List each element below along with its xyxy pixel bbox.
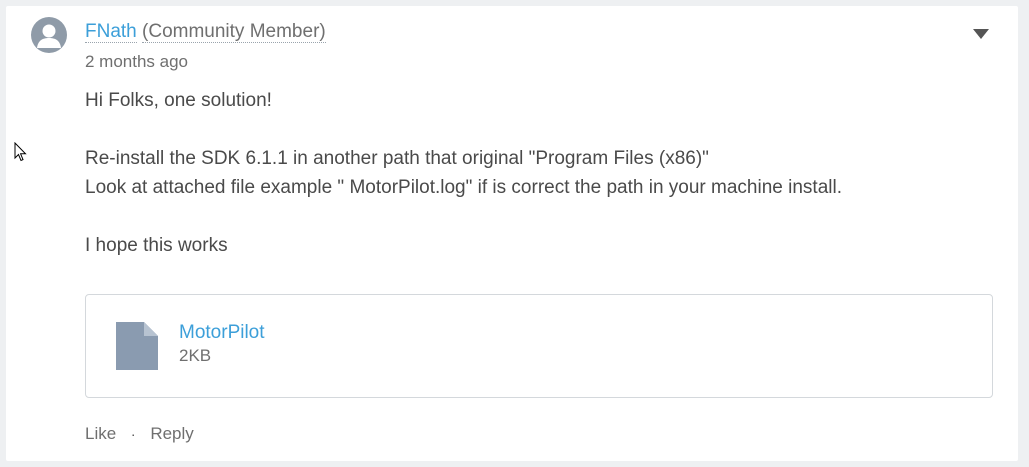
reply-button[interactable]: Reply [150,424,193,443]
caret-down-icon [973,29,989,39]
comment-body-line: Look at attached file example " MotorPil… [85,177,842,198]
actions-separator: · [130,426,136,442]
comment-header: FNath (Community Member) [85,20,326,44]
mouse-pointer-icon [14,142,28,162]
author-name-link[interactable]: FNath [85,21,137,43]
comment-menu-button[interactable] [968,22,992,46]
like-button[interactable]: Like [85,424,116,443]
comment-actions: Like · Reply [85,424,194,444]
author-role: (Community Member) [142,21,326,43]
comment-body-line: Hi Folks, one solution! [85,90,272,111]
comment-body-line [85,202,842,231]
attachment-name-link[interactable]: MotorPilot [179,322,265,344]
comment-body-line [85,115,842,144]
comment-card: FNath (Community Member) 2 months ago Hi… [6,6,1018,461]
attachment-card[interactable]: MotorPilot 2KB [85,294,993,398]
comment-body: Hi Folks, one solution! Re-install the S… [85,86,842,260]
comment-body-line: I hope this works [85,235,228,256]
attachment-size: 2KB [179,346,212,365]
comment-body-line: Re-install the SDK 6.1.1 in another path… [85,148,709,169]
avatar[interactable] [31,17,67,53]
comment-timestamp: 2 months ago [85,52,189,71]
file-icon [116,322,158,370]
user-silhouette-icon [37,24,61,48]
